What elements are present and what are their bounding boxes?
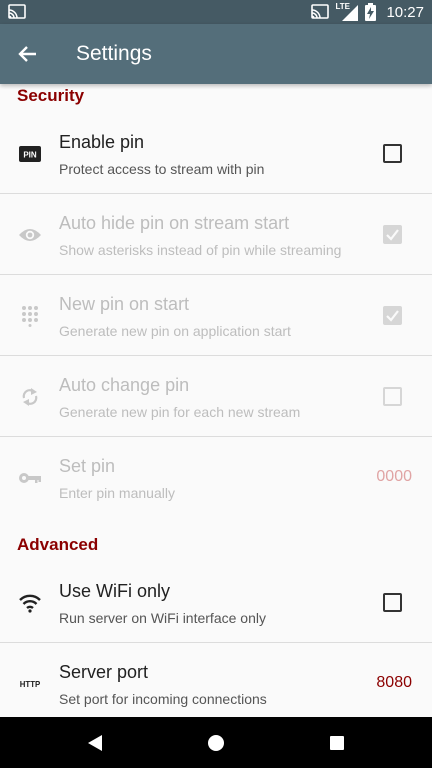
pref-enable-pin[interactable]: PIN Enable pin Protect access to stream … xyxy=(0,114,432,194)
home-circle-icon xyxy=(208,734,224,751)
autorenew-icon xyxy=(18,385,42,409)
pref-summary: Generate new pin on application start xyxy=(59,323,291,339)
pref-title: Server port xyxy=(59,662,149,682)
pref-title: Set pin xyxy=(59,456,116,476)
pref-server-port[interactable]: HTTP Server port Set port for incoming c… xyxy=(0,644,432,717)
dialpad-icon xyxy=(18,304,42,328)
pref-title: Auto hide pin on stream start xyxy=(59,213,290,233)
server-port-value: 8080 xyxy=(376,674,412,691)
svg-text:HTTP: HTTP xyxy=(20,680,40,689)
category-security: Security xyxy=(17,86,85,105)
nav-recents-button[interactable] xyxy=(307,717,367,768)
new-pin-on-start-checkbox xyxy=(383,306,402,325)
auto-change-pin-checkbox xyxy=(383,387,402,406)
nav-home-button[interactable] xyxy=(186,717,246,768)
page-title: Settings xyxy=(76,42,152,65)
pref-auto-hide-pin: Auto hide pin on stream start Show aster… xyxy=(0,195,432,275)
pref-summary: Show asterisks instead of pin while stre… xyxy=(59,242,342,258)
pref-title: New pin on start xyxy=(59,294,190,314)
settings-list[interactable]: Security PIN Enable pin Protect access t… xyxy=(0,84,432,717)
pref-new-pin-on-start: New pin on start Generate new pin on app… xyxy=(0,276,432,356)
arrow-back-icon xyxy=(18,46,36,62)
category-advanced: Advanced xyxy=(17,535,99,554)
auto-hide-pin-checkbox xyxy=(383,225,402,244)
svg-text:PIN: PIN xyxy=(23,151,37,160)
pref-set-pin: Set pin Enter pin manually 0000 xyxy=(0,438,432,518)
key-icon xyxy=(18,466,42,490)
pref-summary: Generate new pin for each new stream xyxy=(59,404,301,420)
pref-summary: Protect access to stream with pin xyxy=(59,161,265,177)
pin-icon: PIN xyxy=(18,142,42,166)
pref-title: Auto change pin xyxy=(59,375,190,395)
pref-summary: Enter pin manually xyxy=(59,485,175,501)
back-button[interactable] xyxy=(14,40,42,68)
pref-title: Use WiFi only xyxy=(59,581,171,601)
cast-icon xyxy=(311,4,330,19)
http-icon: HTTP xyxy=(18,672,42,696)
eye-icon xyxy=(18,223,42,247)
pref-title: Enable pin xyxy=(59,132,145,152)
app-toolbar: Settings xyxy=(0,24,432,84)
clock: 10:27 xyxy=(386,3,424,21)
pref-auto-change-pin: Auto change pin Generate new pin for eac… xyxy=(0,357,432,437)
pref-summary: Set port for incoming connections xyxy=(59,691,267,707)
status-bar: LTE 10:27 xyxy=(0,0,432,24)
enable-pin-checkbox[interactable] xyxy=(383,144,402,163)
pref-use-wifi-only[interactable]: Use WiFi only Run server on WiFi interfa… xyxy=(0,563,432,643)
pin-value: 0000 xyxy=(376,468,412,485)
use-wifi-only-checkbox[interactable] xyxy=(383,593,402,612)
pref-summary: Run server on WiFi interface only xyxy=(59,610,266,626)
back-triangle-icon xyxy=(88,734,102,751)
nav-back-button[interactable] xyxy=(65,717,125,768)
wifi-icon xyxy=(18,591,42,615)
battery-charging-icon xyxy=(365,3,377,21)
signal-icon: LTE xyxy=(335,2,359,22)
system-nav-bar xyxy=(0,717,432,768)
recents-square-icon xyxy=(330,735,344,750)
cast-icon xyxy=(8,4,26,19)
